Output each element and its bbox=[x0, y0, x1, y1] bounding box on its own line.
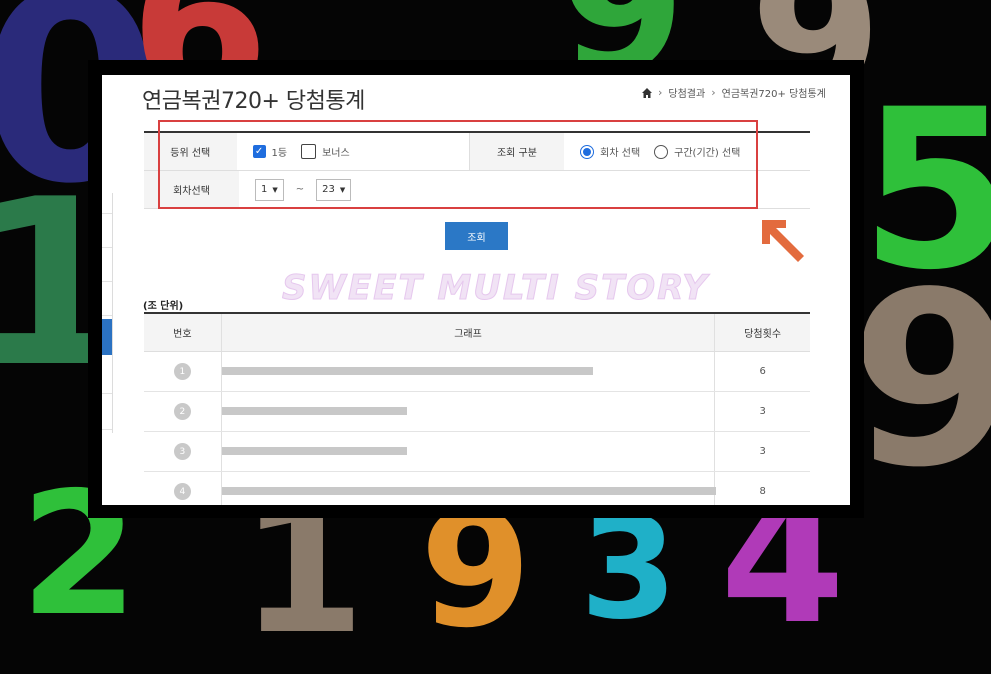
row-graph-cell bbox=[220, 392, 716, 431]
row-graph-cell bbox=[220, 432, 716, 471]
row-count-cell: 3 bbox=[759, 446, 766, 457]
table-row: 16 bbox=[144, 352, 810, 392]
watermark: SWEET MULTI STORY bbox=[282, 268, 709, 309]
table-row: 48 bbox=[144, 472, 810, 505]
count-bar bbox=[221, 367, 593, 375]
header-graph: 그래프 bbox=[220, 314, 716, 351]
count-bar bbox=[221, 447, 407, 455]
highlight-annotation-box bbox=[158, 120, 758, 209]
table-row: 33 bbox=[144, 432, 810, 472]
row-graph-cell bbox=[220, 472, 716, 505]
results-body: 16233348 bbox=[144, 352, 810, 505]
number-ball: 2 bbox=[173, 403, 191, 420]
chevron-right-icon: › bbox=[658, 86, 663, 99]
bg-digit: 5 bbox=[860, 62, 991, 318]
header-number: 번호 bbox=[173, 329, 192, 340]
results-table: 번호 그래프 당첨횟수 16233348 bbox=[144, 312, 810, 505]
number-ball: 4 bbox=[173, 483, 191, 500]
breadcrumb: › 당첨결과 › 연금복권720+ 당첨통계 bbox=[642, 85, 826, 100]
arrow-up-left-icon bbox=[762, 220, 804, 262]
header-count: 당첨횟수 bbox=[744, 329, 782, 340]
number-ball: 1 bbox=[173, 363, 191, 380]
row-number-cell: 3 bbox=[144, 432, 221, 471]
results-header: 번호 그래프 당첨횟수 bbox=[144, 314, 810, 352]
sidebar-menu bbox=[102, 193, 113, 433]
chevron-right-icon: › bbox=[711, 86, 716, 99]
row-number-cell: 1 bbox=[144, 352, 221, 391]
count-bar bbox=[221, 407, 407, 415]
row-graph-cell bbox=[220, 352, 716, 391]
row-number-cell: 2 bbox=[144, 392, 221, 431]
row-count-cell: 6 bbox=[759, 366, 766, 377]
unit-note: (조 단위) bbox=[143, 301, 184, 312]
breadcrumb-item-current: 연금복권720+ 당첨통계 bbox=[721, 89, 826, 100]
query-button[interactable]: 조회 bbox=[445, 222, 508, 250]
bg-digit: 3 bbox=[580, 488, 678, 651]
count-bar bbox=[221, 487, 716, 495]
page-title: 연금복권720+ 당첨통계 bbox=[142, 89, 365, 114]
row-number-cell: 4 bbox=[144, 472, 221, 505]
sidebar-item-active[interactable] bbox=[102, 319, 112, 355]
breadcrumb-item[interactable]: 당첨결과 bbox=[668, 85, 705, 100]
number-ball: 3 bbox=[173, 443, 191, 460]
row-count-cell: 8 bbox=[759, 486, 766, 497]
table-row: 23 bbox=[144, 392, 810, 432]
bg-digit: 9 bbox=[850, 240, 991, 520]
row-count-cell: 3 bbox=[759, 406, 766, 417]
statistics-panel: 연금복권720+ 당첨통계 › 당첨결과 › 연금복권720+ 당첨통계 등위 … bbox=[102, 75, 850, 505]
home-icon[interactable] bbox=[642, 87, 652, 98]
